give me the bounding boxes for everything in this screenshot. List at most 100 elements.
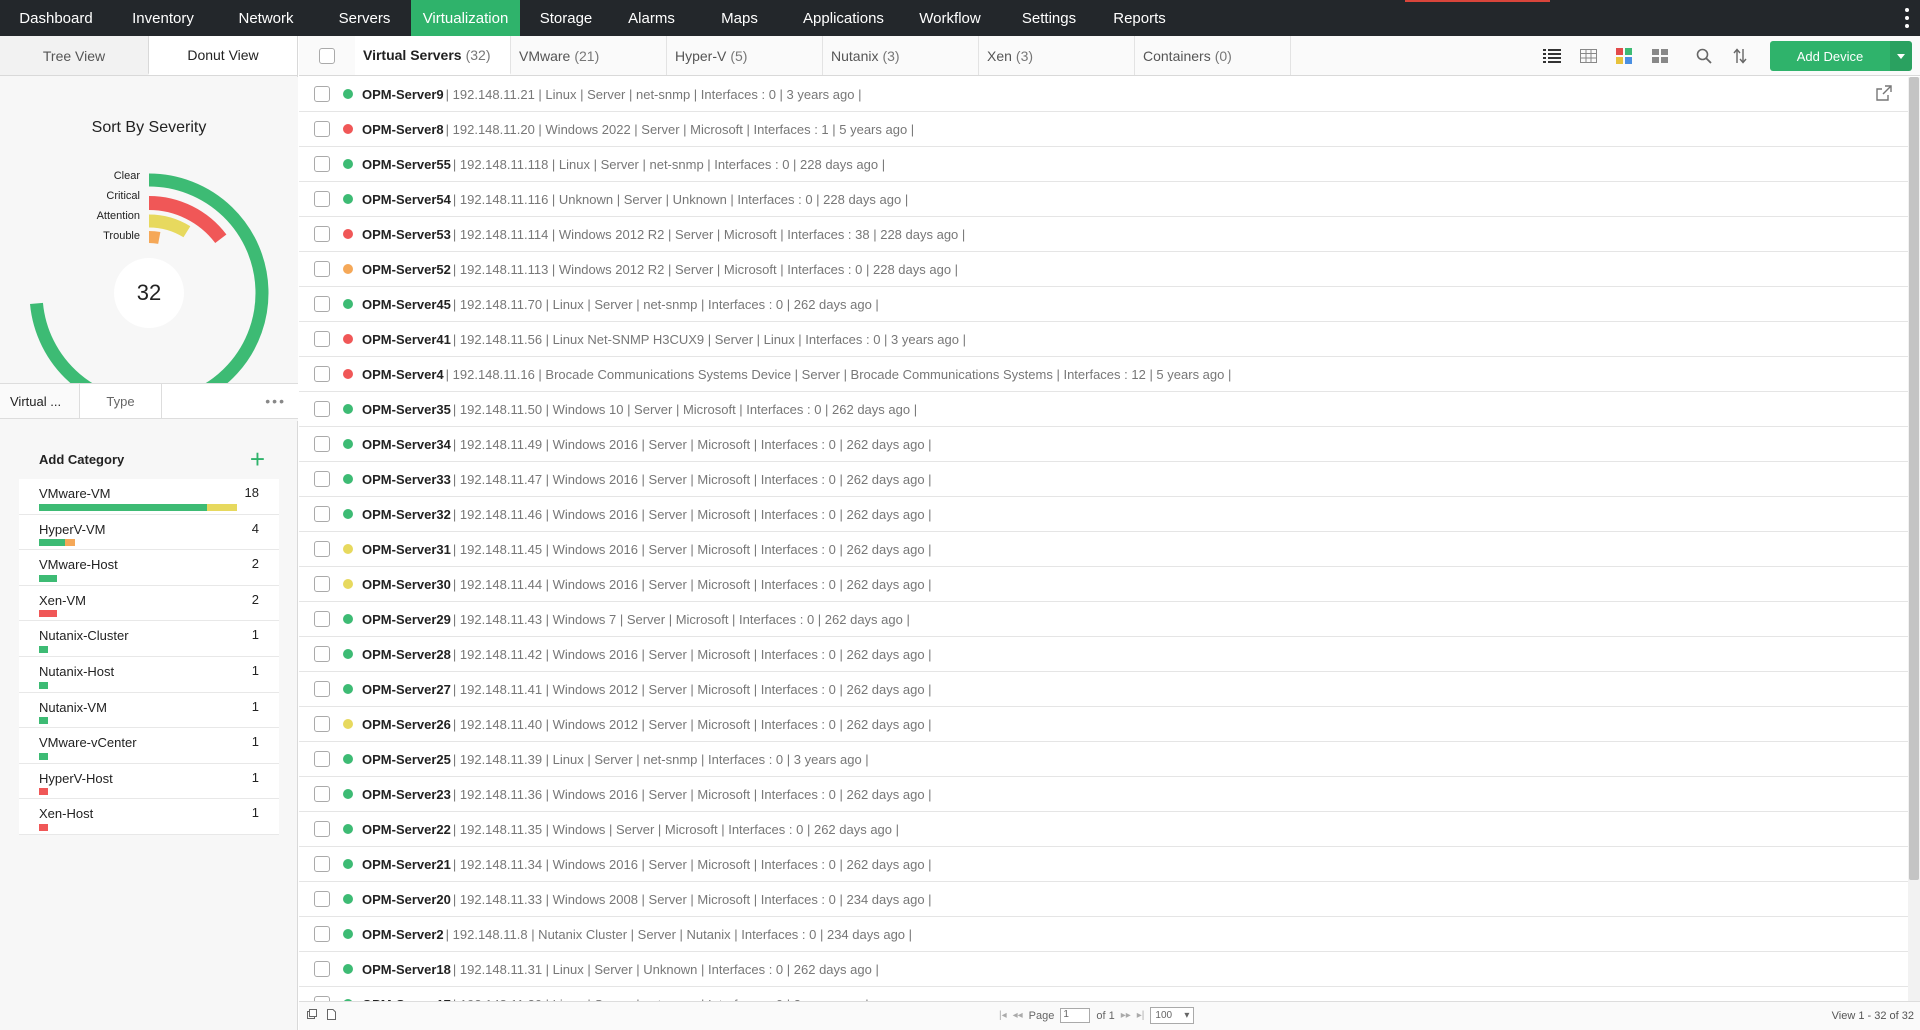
device-row[interactable]: OPM-Server52 | 192.148.11.113 | Windows …	[299, 252, 1908, 287]
device-row[interactable]: OPM-Server9 | 192.148.11.21 | Linux | Se…	[299, 77, 1908, 112]
device-name[interactable]: OPM-Server41	[362, 332, 451, 347]
row-checkbox[interactable]	[314, 961, 330, 977]
first-page-icon[interactable]: |◂	[999, 1010, 1007, 1021]
nav-network[interactable]: Network	[214, 0, 318, 36]
device-name[interactable]: OPM-Server54	[362, 192, 451, 207]
nav-reports[interactable]: Reports	[1097, 0, 1182, 36]
device-name[interactable]: OPM-Server35	[362, 402, 451, 417]
row-checkbox[interactable]	[314, 786, 330, 802]
row-checkbox[interactable]	[314, 226, 330, 242]
last-page-icon[interactable]: ▸|	[1137, 1010, 1145, 1021]
device-name[interactable]: OPM-Server45	[362, 297, 451, 312]
device-name[interactable]: OPM-Server21	[362, 857, 451, 872]
add-category-plus-icon[interactable]: +	[250, 446, 265, 472]
device-row[interactable]: OPM-Server18 | 192.148.11.31 | Linux | S…	[299, 952, 1908, 987]
device-name[interactable]: OPM-Server26	[362, 717, 451, 732]
device-row[interactable]: OPM-Server41 | 192.148.11.56 | Linux Net…	[299, 322, 1908, 357]
category-item[interactable]: Xen-VM 2	[19, 586, 279, 622]
device-name[interactable]: OPM-Server32	[362, 507, 451, 522]
row-checkbox[interactable]	[314, 366, 330, 382]
nav-maps[interactable]: Maps	[691, 0, 788, 36]
per-page-select[interactable]: 100 ▾	[1150, 1007, 1195, 1024]
row-checkbox[interactable]	[314, 506, 330, 522]
device-name[interactable]: OPM-Server18	[362, 962, 451, 977]
device-name[interactable]: OPM-Server9	[362, 87, 444, 102]
row-checkbox[interactable]	[314, 261, 330, 277]
search-icon[interactable]	[1686, 36, 1722, 76]
prev-page-icon[interactable]: ◂◂	[1013, 1010, 1023, 1021]
list-view-icon[interactable]	[1534, 36, 1570, 76]
tab-hyper-v[interactable]: Hyper-V (5)	[667, 36, 823, 75]
device-row[interactable]: OPM-Server33 | 192.148.11.47 | Windows 2…	[299, 462, 1908, 497]
device-name[interactable]: OPM-Server28	[362, 647, 451, 662]
row-checkbox[interactable]	[314, 856, 330, 872]
tab-vmware[interactable]: VMware (21)	[511, 36, 667, 75]
row-checkbox[interactable]	[314, 611, 330, 627]
nav-virtualization[interactable]: Virtualization	[411, 0, 520, 36]
tab-virtual-servers[interactable]: Virtual Servers (32)	[355, 36, 511, 75]
pdf-icon[interactable]	[327, 1009, 336, 1023]
row-checkbox[interactable]	[314, 716, 330, 732]
row-checkbox[interactable]	[314, 331, 330, 347]
device-row[interactable]: OPM-Server21 | 192.148.11.34 | Windows 2…	[299, 847, 1908, 882]
row-checkbox[interactable]	[314, 821, 330, 837]
device-row[interactable]: OPM-Server54 | 192.148.11.116 | Unknown …	[299, 182, 1908, 217]
category-item[interactable]: Nutanix-Host 1	[19, 657, 279, 693]
device-row[interactable]: OPM-Server23 | 192.148.11.36 | Windows 2…	[299, 777, 1908, 812]
row-checkbox[interactable]	[314, 121, 330, 137]
device-row[interactable]: OPM-Server34 | 192.148.11.49 | Windows 2…	[299, 427, 1908, 462]
donut-ring-trouble[interactable]	[148, 231, 161, 244]
grid-view-icon[interactable]	[1642, 36, 1678, 76]
device-row[interactable]: OPM-Server17 | 192.148.11.30 | Linux | S…	[299, 987, 1908, 1001]
row-checkbox[interactable]	[314, 541, 330, 557]
more-options-icon[interactable]	[1904, 8, 1910, 28]
device-name[interactable]: OPM-Server53	[362, 227, 451, 242]
table-view-icon[interactable]	[1570, 36, 1606, 76]
more-dots-icon[interactable]: •••	[253, 384, 298, 418]
category-item[interactable]: VMware-Host 2	[19, 550, 279, 586]
device-row[interactable]: OPM-Server55 | 192.148.11.118 | Linux | …	[299, 147, 1908, 182]
device-name[interactable]: OPM-Server34	[362, 437, 451, 452]
row-checkbox[interactable]	[314, 191, 330, 207]
device-name[interactable]: OPM-Server22	[362, 822, 451, 837]
row-checkbox[interactable]	[314, 86, 330, 102]
device-name[interactable]: OPM-Server27	[362, 682, 451, 697]
tab-tree-view[interactable]: Tree View	[0, 36, 148, 75]
device-row[interactable]: OPM-Server35 | 192.148.11.50 | Windows 1…	[299, 392, 1908, 427]
device-name[interactable]: OPM-Server23	[362, 787, 451, 802]
device-row[interactable]: OPM-Server29 | 192.148.11.43 | Windows 7…	[299, 602, 1908, 637]
nav-alarms[interactable]: Alarms	[612, 0, 691, 36]
device-name[interactable]: OPM-Server30	[362, 577, 451, 592]
device-name[interactable]: OPM-Server29	[362, 612, 451, 627]
device-name[interactable]: OPM-Server25	[362, 752, 451, 767]
device-row[interactable]: OPM-Server26 | 192.148.11.40 | Windows 2…	[299, 707, 1908, 742]
nav-servers[interactable]: Servers	[318, 0, 411, 36]
device-row[interactable]: OPM-Server20 | 192.148.11.33 | Windows 2…	[299, 882, 1908, 917]
heatmap-view-icon[interactable]	[1606, 36, 1642, 76]
device-name[interactable]: OPM-Server31	[362, 542, 451, 557]
tab-type[interactable]: Type	[80, 384, 162, 418]
nav-storage[interactable]: Storage	[520, 0, 612, 36]
device-row[interactable]: OPM-Server53 | 192.148.11.114 | Windows …	[299, 217, 1908, 252]
device-name[interactable]: OPM-Server2	[362, 927, 444, 942]
device-row[interactable]: OPM-Server31 | 192.148.11.45 | Windows 2…	[299, 532, 1908, 567]
row-checkbox[interactable]	[314, 891, 330, 907]
row-checkbox[interactable]	[314, 646, 330, 662]
device-row[interactable]: OPM-Server28 | 192.148.11.42 | Windows 2…	[299, 637, 1908, 672]
add-device-button[interactable]: Add Device	[1770, 41, 1890, 71]
device-name[interactable]: OPM-Server52	[362, 262, 451, 277]
donut-ring-attention[interactable]	[148, 214, 191, 238]
export-icon[interactable]	[307, 1009, 317, 1023]
tab-containers[interactable]: Containers (0)	[1135, 36, 1291, 75]
device-row[interactable]: OPM-Server27 | 192.148.11.41 | Windows 2…	[299, 672, 1908, 707]
category-item[interactable]: Nutanix-Cluster 1	[19, 621, 279, 657]
device-name[interactable]: OPM-Server33	[362, 472, 451, 487]
tab-donut-view[interactable]: Donut View	[148, 36, 297, 75]
device-row[interactable]: OPM-Server30 | 192.148.11.44 | Windows 2…	[299, 567, 1908, 602]
row-checkbox[interactable]	[314, 576, 330, 592]
nav-dashboard[interactable]: Dashboard	[0, 0, 112, 36]
category-item[interactable]: Nutanix-VM 1	[19, 693, 279, 729]
device-row[interactable]: OPM-Server45 | 192.148.11.70 | Linux | S…	[299, 287, 1908, 322]
device-row[interactable]: OPM-Server32 | 192.148.11.46 | Windows 2…	[299, 497, 1908, 532]
row-checkbox[interactable]	[314, 296, 330, 312]
